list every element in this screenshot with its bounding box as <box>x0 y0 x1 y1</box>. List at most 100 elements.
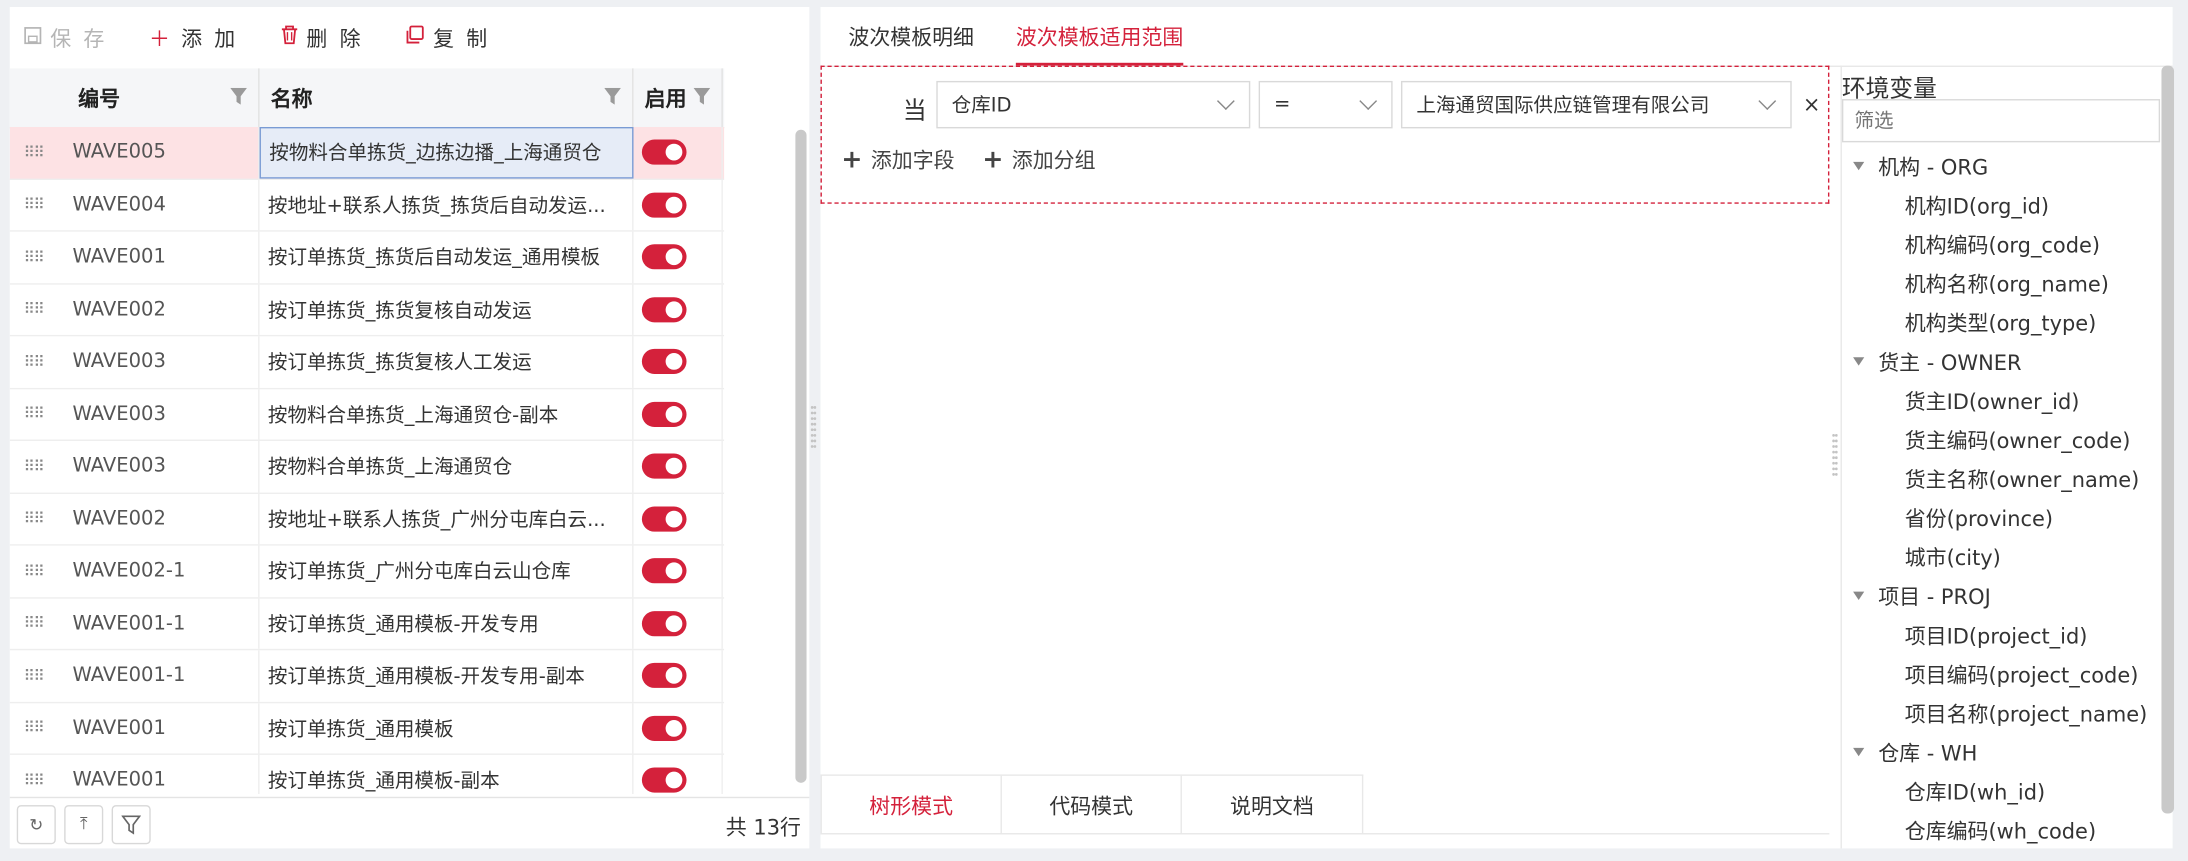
cell-name[interactable]: 按订单拣货_通用模板-开发专用 <box>260 597 634 649</box>
cell-name[interactable]: 按订单拣货_拣货后自动发运_通用模板 <box>260 231 634 283</box>
drag-handle-icon[interactable]: ⠿⠿ <box>10 405 57 423</box>
enabled-toggle[interactable] <box>641 401 687 427</box>
tree-item[interactable]: 项目名称(project_name) <box>1842 694 2160 733</box>
add-field-button[interactable]: + 添加字段 <box>841 145 954 174</box>
enabled-toggle[interactable] <box>641 244 687 270</box>
tree-item[interactable]: 省份(province) <box>1842 498 2160 537</box>
delete-button[interactable]: 删 除 <box>280 23 363 52</box>
tree-item[interactable]: 货主编码(owner_code) <box>1842 420 2160 459</box>
cell-name[interactable]: 按订单拣货_通用模板 <box>260 702 634 754</box>
table-row[interactable]: ⠿⠿ WAVE002-1 按订单拣货_广州分屯库白云山仓库 <box>9 545 725 598</box>
filter-icon[interactable] <box>693 87 711 105</box>
table-row[interactable]: ⠿⠿ WAVE001 按订单拣货_拣货后自动发运_通用模板 <box>9 231 725 284</box>
enabled-toggle[interactable] <box>641 192 687 218</box>
add-group-button[interactable]: + 添加分组 <box>982 145 1095 174</box>
table-row[interactable]: ⠿⠿ WAVE001 按订单拣货_通用模板 <box>9 702 725 755</box>
copy-button[interactable]: 复 制 <box>405 23 490 52</box>
splitter-handle[interactable] <box>810 405 817 455</box>
drag-handle-icon[interactable]: ⠿⠿ <box>10 196 57 214</box>
enabled-toggle[interactable] <box>641 558 687 584</box>
save-button[interactable]: 保 存 <box>24 23 107 52</box>
drag-handle-icon[interactable]: ⠿⠿ <box>10 300 57 318</box>
table-row[interactable]: ⠿⠿ WAVE003 按物料合单拣货_上海通贸仓-副本 <box>9 388 725 441</box>
table-row[interactable]: ⠿⠿ WAVE001 按订单拣货_通用模板-副本 <box>10 754 724 794</box>
cell-name[interactable]: 按地址+联系人拣货_拣货后自动发运... <box>260 179 634 231</box>
env-scrollbar[interactable] <box>2161 65 2175 814</box>
filter-icon[interactable] <box>230 87 247 105</box>
enabled-toggle[interactable] <box>641 453 687 479</box>
drag-handle-icon[interactable]: ⠿⠿ <box>10 353 57 371</box>
env-filter-input[interactable] <box>1841 99 2161 143</box>
table-row[interactable]: ⠿⠿ WAVE003 按物料合单拣货_上海通贸仓 <box>9 440 725 494</box>
enabled-toggle[interactable] <box>641 767 687 793</box>
cell-name[interactable]: 按订单拣货_广州分屯库白云山仓库 <box>260 545 634 597</box>
tab-scope[interactable]: 波次模板适用范围 <box>1015 22 1184 66</box>
tree-item[interactable]: 仓库ID(wh_id) <box>1842 772 2160 811</box>
tree-item[interactable]: 货主ID(owner_id) <box>1842 381 2160 420</box>
drag-handle-icon[interactable]: ⠿⠿ <box>10 510 57 528</box>
header-code[interactable]: 编号 <box>10 68 260 127</box>
tree-group[interactable]: 货主 - OWNER <box>1842 342 2160 381</box>
cell-name[interactable]: 按订单拣货_拣货复核自动发运 <box>260 283 634 335</box>
cell-name[interactable]: 按物料合单拣货_上海通贸仓-副本 <box>260 388 634 440</box>
refresh-button[interactable]: ↻ <box>16 804 56 844</box>
tree-item[interactable]: 仓库编码(wh_code) <box>1842 811 2160 850</box>
enabled-toggle[interactable] <box>641 663 687 689</box>
table-row[interactable]: ⠿⠿ WAVE001-1 按订单拣货_通用模板-开发专用 <box>9 597 725 651</box>
operator-select[interactable]: = <box>1258 80 1393 129</box>
drag-handle-icon[interactable]: ⠿⠿ <box>10 771 57 789</box>
tree-group[interactable]: 机构 - ORG <box>1842 147 2160 186</box>
drag-handle-icon[interactable]: ⠿⠿ <box>10 143 57 161</box>
tab-code-mode[interactable]: 代码模式 <box>1002 775 1182 835</box>
enabled-toggle[interactable] <box>641 349 687 375</box>
value-select[interactable]: 上海通贸国际供应链管理有限公司 <box>1400 80 1792 129</box>
table-row[interactable]: ⠿⠿ WAVE002 按订单拣货_拣货复核自动发运 <box>9 283 725 337</box>
drag-handle-icon[interactable]: ⠿⠿ <box>10 248 57 266</box>
drag-handle-icon[interactable]: ⠿⠿ <box>10 614 57 632</box>
tree-group[interactable]: 仓库 - WH <box>1842 733 2160 772</box>
tree-item[interactable]: 城市(city) <box>1842 537 2160 576</box>
header-name[interactable]: 名称 <box>260 68 634 127</box>
remove-condition-button[interactable]: × <box>1803 92 1821 117</box>
enabled-toggle[interactable] <box>641 506 687 532</box>
cell-name[interactable]: 按地址+联系人拣货_广州分屯库白云... <box>260 493 634 545</box>
tab-tree-mode[interactable]: 树形模式 <box>822 775 1002 835</box>
tab-docs[interactable]: 说明文档 <box>1182 776 1362 835</box>
enabled-toggle[interactable] <box>641 610 687 636</box>
cell-code: WAVE004 <box>57 179 260 231</box>
table-row[interactable]: ⠿⠿ WAVE001-1 按订单拣货_通用模板-开发专用-副本 <box>9 650 725 703</box>
filter-icon[interactable] <box>604 87 621 105</box>
table-row[interactable]: ⠿⠿ WAVE002 按地址+联系人拣货_广州分屯库白云... <box>9 493 725 546</box>
table-scrollbar[interactable] <box>795 129 807 783</box>
drag-handle-icon[interactable]: ⠿⠿ <box>10 562 57 580</box>
table-row[interactable]: ⠿⠿ WAVE003 按订单拣货_拣货复核人工发运 <box>9 336 725 389</box>
table-row[interactable]: ⠿⠿ WAVE005 按物料合单拣货_边拣边播_上海通贸仓 <box>9 126 725 180</box>
add-button[interactable]: ＋ 添 加 <box>149 23 238 52</box>
cell-name[interactable]: 按物料合单拣货_上海通贸仓 <box>260 440 634 492</box>
tree-item[interactable]: 机构类型(org_type) <box>1842 303 2160 342</box>
enabled-toggle[interactable] <box>641 296 687 322</box>
export-button[interactable]: ⤒ <box>64 804 104 844</box>
enabled-toggle[interactable] <box>641 715 687 741</box>
cell-name[interactable]: 按订单拣货_拣货复核人工发运 <box>260 336 634 388</box>
enabled-toggle[interactable] <box>641 139 687 166</box>
field-select[interactable]: 仓库ID <box>936 80 1251 129</box>
cell-name[interactable]: 按订单拣货_通用模板-副本 <box>260 754 634 794</box>
header-enabled[interactable]: 启用 <box>634 68 723 127</box>
tab-detail[interactable]: 波次模板明细 <box>848 22 974 65</box>
splitter-handle[interactable] <box>1832 433 1838 483</box>
tree-item[interactable]: 机构编码(org_code) <box>1842 225 2160 264</box>
filter-toggle-button[interactable] <box>111 804 151 844</box>
drag-handle-icon[interactable]: ⠿⠿ <box>10 457 57 475</box>
tree-item[interactable]: 项目编码(project_code) <box>1842 654 2160 693</box>
drag-handle-icon[interactable]: ⠿⠿ <box>10 667 57 685</box>
table-row[interactable]: ⠿⠿ WAVE004 按地址+联系人拣货_拣货后自动发运... <box>9 179 725 232</box>
tree-item[interactable]: 机构名称(org_name) <box>1842 264 2160 303</box>
tree-item[interactable]: 货主名称(owner_name) <box>1842 459 2160 498</box>
cell-name[interactable]: 按物料合单拣货_边拣边播_上海通贸仓 <box>259 126 634 178</box>
cell-name[interactable]: 按订单拣货_通用模板-开发专用-副本 <box>260 650 634 702</box>
drag-handle-icon[interactable]: ⠿⠿ <box>10 719 57 737</box>
tree-item[interactable]: 机构ID(org_id) <box>1842 186 2160 225</box>
tree-item[interactable]: 项目ID(project_id) <box>1842 615 2160 654</box>
tree-group[interactable]: 项目 - PROJ <box>1842 576 2160 615</box>
